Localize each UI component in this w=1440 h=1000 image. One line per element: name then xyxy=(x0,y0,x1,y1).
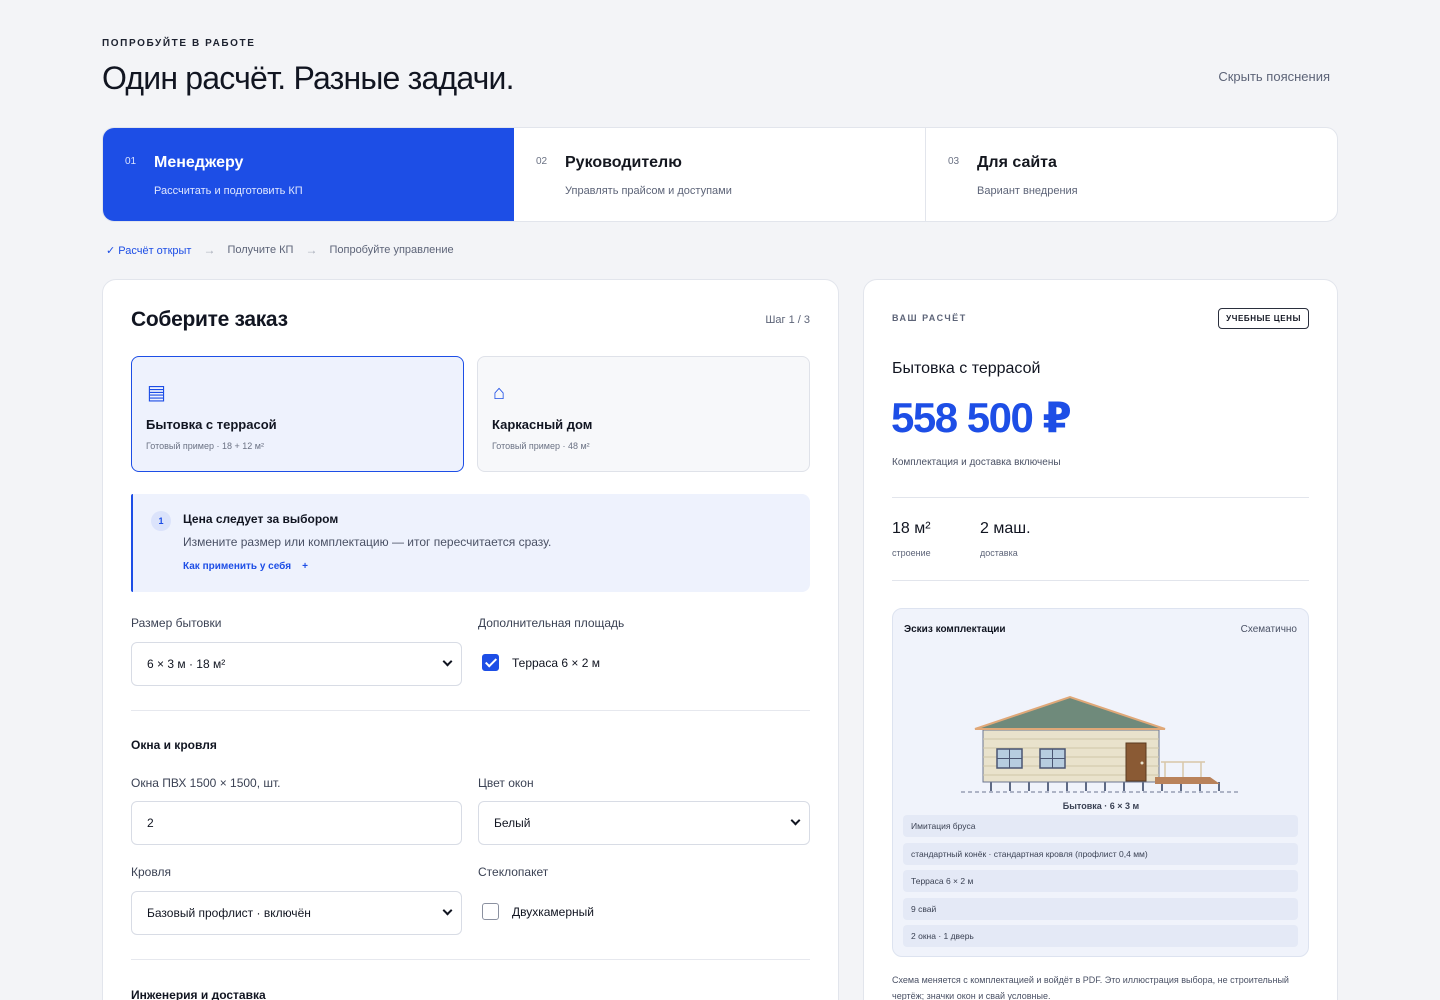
progress-breadcrumb: ✓ Расчёт открыт → Получите КП → Попробуй… xyxy=(106,243,454,257)
spec-chip: Имитация бруса xyxy=(903,815,1298,837)
spec-chip: стандартный конёк · стандартная кровля (… xyxy=(903,842,1298,865)
window-color-label: Цвет окон xyxy=(478,776,534,790)
option-title: Каркасный дом xyxy=(492,417,593,432)
extra-area-label: Дополнительная площадь xyxy=(478,616,625,630)
hide-explanations-link[interactable]: Скрыть пояснения xyxy=(1218,69,1330,84)
stat-delivery-value: 2 маш. xyxy=(980,520,1031,537)
spec-chip: 9 свай xyxy=(903,897,1298,920)
hint-title: Цена следует за выбором xyxy=(183,512,339,526)
price-note: Комплектация и доставка включены xyxy=(892,457,1061,468)
stat-delivery-label: доставка xyxy=(980,548,1018,558)
windows-count-value: 2 xyxy=(147,816,154,830)
option-cabin-terrace[interactable]: ▤ Бытовка с террасой Готовый пример · 18… xyxy=(131,356,464,472)
sketch-title: Эскиз комплектации xyxy=(904,624,1006,635)
sketch-footnote: Схема меняется с комплектацией и войдёт … xyxy=(892,975,1289,1000)
chevron-down-icon xyxy=(442,905,453,916)
roof-value: Базовый профлист · включён xyxy=(147,906,311,920)
arrow-right-icon: → xyxy=(305,243,318,257)
roof-label: Кровля xyxy=(131,865,171,879)
hint-text: Измените размер или комплектацию — итог … xyxy=(183,535,552,549)
sketch-panel: Эскиз комплектации Схематично Бытовка · … xyxy=(892,608,1309,957)
option-frame-house[interactable]: ⌂ Каркасный дом Готовый пример · 48 м² xyxy=(477,356,810,472)
sketch-caption: Бытовка · 6 × 3 м xyxy=(1063,801,1140,811)
hint-number-badge: 1 xyxy=(151,511,171,531)
stat-area-value: 18 м² xyxy=(892,520,931,537)
cabin-roof xyxy=(974,695,1166,730)
tab-number: 02 xyxy=(536,156,548,167)
option-subtitle: Готовый пример · 18 + 12 м² xyxy=(146,441,264,451)
order-title: Соберите заказ xyxy=(131,308,288,331)
divider xyxy=(131,959,810,960)
terrace xyxy=(1161,761,1205,777)
spec-chip: 2 окна · 1 дверь xyxy=(903,925,1298,947)
glass-checkbox[interactable] xyxy=(482,903,499,920)
step-indicator: Шаг 1 / 3 xyxy=(765,314,810,326)
stat-area-label: строение xyxy=(892,548,931,558)
tab-website[interactable]: 03 Для сайта Вариант внедрения xyxy=(926,128,1337,221)
tab-subtitle: Вариант внедрения xyxy=(977,185,1078,197)
tab-number: 01 xyxy=(125,156,137,167)
total-price: 558 500 ₽ xyxy=(891,394,1072,441)
tab-title: Для сайта xyxy=(977,154,1057,171)
arrow-right-icon: → xyxy=(203,243,216,257)
size-value: 6 × 3 м · 18 м² xyxy=(147,657,226,671)
training-prices-badge: УЧЕБНЫЕ ЦЕНЫ xyxy=(1218,308,1309,329)
cabin-sketch-illustration: Бытовка · 6 × 3 м xyxy=(961,695,1241,811)
tab-subtitle: Рассчитать и подготовить КП xyxy=(154,185,303,197)
page-title: Один расчёт. Разные задачи. xyxy=(102,60,515,96)
eyebrow: ПОПРОБУЙТЕ В РАБОТЕ xyxy=(102,38,256,49)
terrace-checkbox[interactable] xyxy=(482,654,499,671)
option-subtitle: Готовый пример · 48 м² xyxy=(492,441,590,451)
windows-label: Окна ПВХ 1500 × 1500, шт. xyxy=(131,776,281,790)
tab-title: Руководителю xyxy=(565,154,682,171)
option-title: Бытовка с террасой xyxy=(146,417,277,432)
glass-label: Стеклопакет xyxy=(478,865,549,879)
spec-chip-list: Имитация бруса стандартный конёк · станд… xyxy=(903,815,1298,953)
glass-option-label: Двухкамерный xyxy=(512,905,594,919)
section-engineering: Инженерия и доставка xyxy=(131,988,266,1000)
window-color-value: Белый xyxy=(494,816,531,830)
terrace-deck xyxy=(1155,777,1220,784)
order-card: Соберите заказ Шаг 1 / 3 ▤ Бытовка с тер… xyxy=(102,279,839,1000)
chevron-down-icon xyxy=(442,656,453,667)
product-name: Бытовка с террасой xyxy=(892,360,1041,377)
house-icon: ⌂ xyxy=(493,382,506,404)
window-color-select[interactable]: Белый xyxy=(478,801,810,845)
windows-count-input[interactable]: 2 xyxy=(131,801,462,845)
size-select[interactable]: 6 × 3 м · 18 м² xyxy=(131,642,462,686)
sketch-note: Схематично xyxy=(1240,624,1297,635)
spec-chip: Терраса 6 × 2 м xyxy=(903,870,1298,892)
divider xyxy=(131,710,810,711)
list-icon: ▤ xyxy=(147,382,166,404)
tab-director[interactable]: 02 Руководителю Управлять прайсом и дост… xyxy=(514,128,926,221)
calc-label: ВАШ РАСЧЁТ xyxy=(892,313,967,323)
calc-card: ВАШ РАСЧЁТ УЧЕБНЫЕ ЦЕНЫ Бытовка с террас… xyxy=(863,279,1338,1000)
tab-subtitle: Управлять прайсом и доступами xyxy=(565,185,732,197)
size-label: Размер бытовки xyxy=(131,616,222,630)
chevron-down-icon xyxy=(790,815,801,826)
hint-box: 1 Цена следует за выбором Измените разме… xyxy=(131,494,810,592)
tab-title: Менеджеру xyxy=(154,154,244,171)
progress-step-2: Получите КП xyxy=(227,244,294,256)
section-windows-roof: Окна и кровля xyxy=(131,738,217,752)
tab-number: 03 xyxy=(948,156,960,167)
terrace-label: Терраса 6 × 2 м xyxy=(512,656,600,670)
roof-select[interactable]: Базовый профлист · включён xyxy=(131,891,462,935)
role-tabs: 01 Менеджеру Рассчитать и подготовить КП… xyxy=(102,127,1338,222)
tab-manager[interactable]: 01 Менеджеру Рассчитать и подготовить КП xyxy=(103,128,514,221)
progress-step-3: Попробуйте управление xyxy=(329,244,454,256)
progress-step-done: ✓ Расчёт открыт xyxy=(106,244,192,257)
how-to-apply-link[interactable]: Как применить у себя + xyxy=(183,561,308,572)
divider xyxy=(892,580,1309,581)
divider xyxy=(892,497,1309,498)
